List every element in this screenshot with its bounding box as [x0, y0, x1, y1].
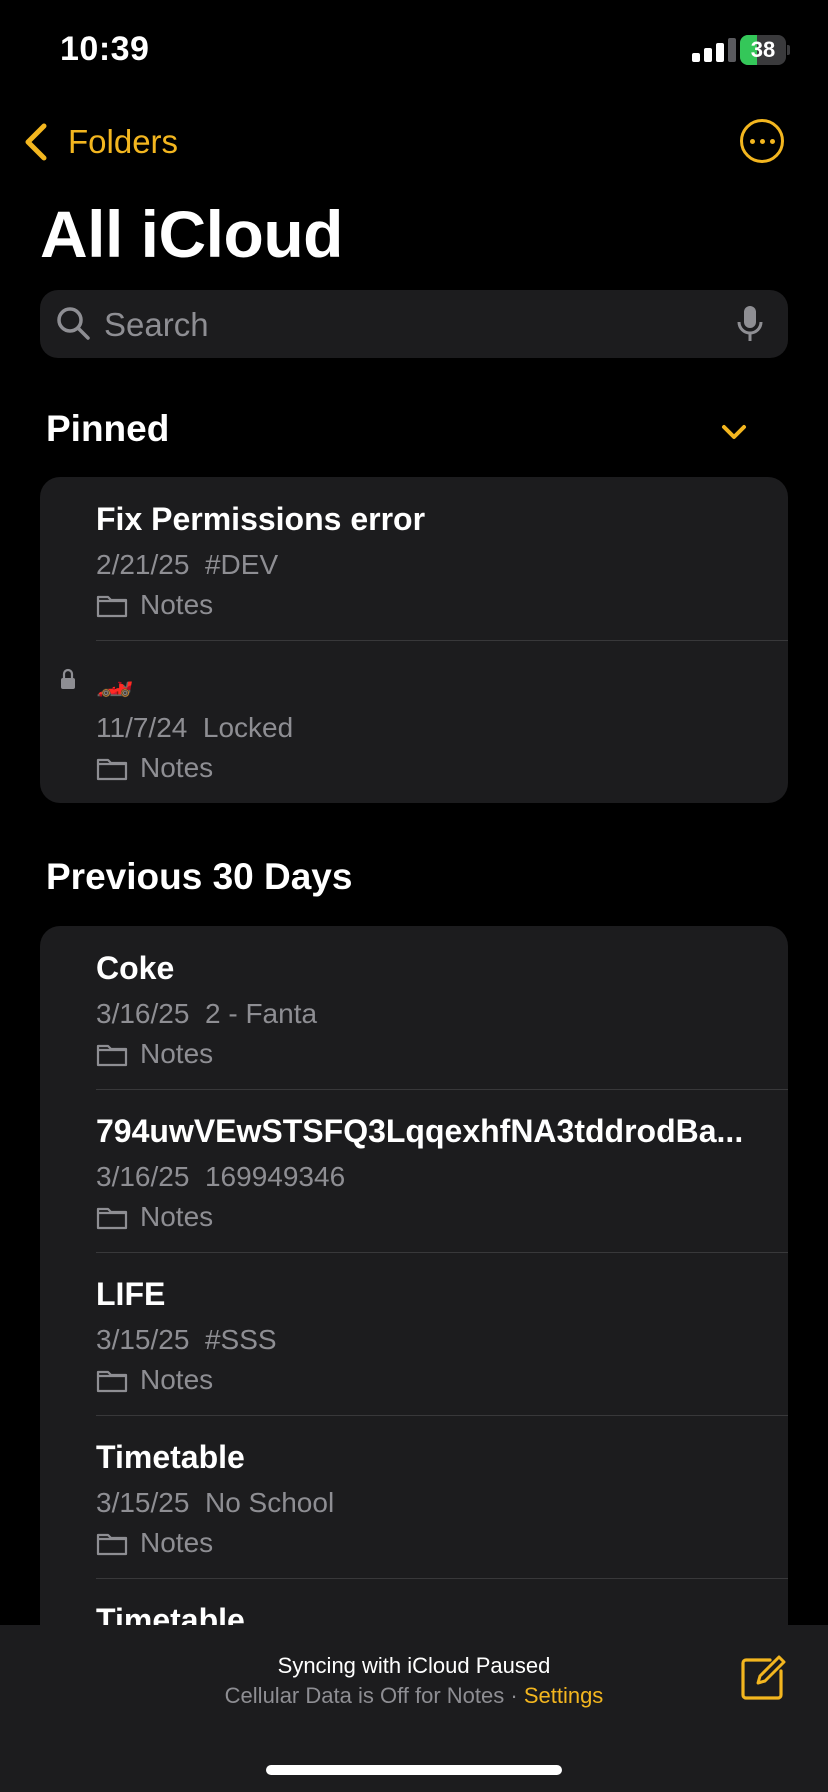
settings-link[interactable]: Settings: [524, 1683, 604, 1708]
pinned-header: Pinned: [46, 408, 170, 449]
notes-screen: 10:39 38 Folders All iCloud Search Pinne…: [0, 0, 828, 1792]
note-folder: Notes: [96, 1038, 213, 1070]
pinned-list: Fix Permissions error 2/21/25 #DEV Notes…: [40, 477, 788, 803]
search-icon: [57, 307, 90, 340]
back-label: Folders: [68, 123, 179, 160]
note-folder-label: Notes: [140, 1038, 214, 1069]
more-options-button[interactable]: [740, 119, 784, 163]
note-folder-label: Notes: [140, 1201, 214, 1232]
note-title: 794uwVEwSTSFQ3LqqexhfNA3tddrodBa...: [96, 1113, 744, 1149]
chevron-left-icon: [25, 123, 47, 161]
note-title: Timetable: [96, 1439, 245, 1475]
note-meta: 3/15/25 #SSS: [96, 1324, 277, 1356]
note-date: 3/15/25: [96, 1324, 190, 1355]
note-date: 3/16/25: [96, 998, 190, 1029]
list-item[interactable]: 794uwVEwSTSFQ3LqqexhfNA3tddrodBa... 3/16…: [40, 1089, 788, 1252]
lock-icon: [61, 668, 75, 689]
note-date: 2/21/25: [96, 549, 190, 580]
note-folder: Notes: [96, 1364, 213, 1396]
note-folder-label: Notes: [140, 589, 214, 620]
previous-header: Previous 30 Days: [46, 856, 353, 897]
folder-icon: [96, 758, 128, 781]
list-item[interactable]: Coke 3/16/25 2 - Fanta Notes: [40, 926, 788, 1089]
list-item[interactable]: Timetable 3/15/25 No School Notes: [40, 1415, 788, 1578]
note-preview: #DEV: [204, 549, 279, 580]
page-title: All iCloud: [40, 197, 343, 271]
folder-icon: [96, 1533, 128, 1556]
note-preview: 2 - Fanta: [204, 998, 318, 1029]
sync-status-detail: Cellular Data is Off for Notes ·: [224, 1683, 524, 1708]
note-preview: No School: [204, 1487, 335, 1518]
compose-icon[interactable]: [740, 1655, 786, 1701]
note-date: 3/16/25: [96, 1161, 190, 1192]
note-title: LIFE: [96, 1276, 166, 1312]
folder-icon: [96, 1370, 128, 1393]
microphone-icon[interactable]: [736, 304, 764, 344]
battery-level: 38: [750, 37, 776, 62]
note-folder-label: Notes: [140, 1527, 214, 1558]
note-preview: Locked: [202, 712, 294, 743]
back-button[interactable]: Folders: [22, 118, 178, 166]
note-meta: 3/16/25 2 - Fanta: [96, 998, 317, 1030]
search-bar[interactable]: [40, 290, 788, 358]
note-folder-label: Notes: [140, 1364, 214, 1395]
note-date: 3/15/25: [96, 1487, 190, 1518]
ellipsis-circle-icon: [749, 138, 755, 144]
note-preview: #SSS: [204, 1324, 277, 1355]
search-input[interactable]: [102, 302, 706, 348]
note-meta: 11/7/24 Locked: [96, 712, 293, 744]
sync-status-title: Syncing with iCloud Paused: [277, 1653, 551, 1678]
folder-icon: [96, 1207, 128, 1230]
note-folder: Notes: [96, 752, 213, 784]
note-title: Coke: [96, 950, 175, 986]
note-meta: 2/21/25 #DEV: [96, 549, 278, 581]
list-item[interactable]: Fix Permissions error 2/21/25 #DEV Notes: [40, 477, 788, 640]
folder-icon: [96, 595, 128, 618]
note-meta: 3/16/25 169949346: [96, 1161, 345, 1193]
list-item[interactable]: 🏎️ 11/7/24 Locked Notes: [40, 640, 788, 803]
home-indicator[interactable]: [266, 1765, 562, 1775]
previous-list: Coke 3/16/25 2 - Fanta Notes 794uwVEwSTS…: [40, 926, 788, 1686]
chevron-down-icon[interactable]: [718, 420, 750, 444]
note-title: 🏎️: [96, 665, 134, 698]
note-meta: 3/15/25 No School: [96, 1487, 334, 1519]
list-item[interactable]: LIFE 3/15/25 #SSS Notes: [40, 1252, 788, 1415]
battery-icon: 38: [740, 35, 790, 65]
cellular-signal-icon: [692, 38, 736, 62]
note-folder: Notes: [96, 1201, 213, 1233]
note-preview: 169949346: [204, 1161, 346, 1192]
note-title: Fix Permissions error: [96, 501, 426, 537]
note-folder-label: Notes: [140, 752, 214, 783]
sync-status-subtitle: Cellular Data is Off for Notes · Setting…: [0, 1683, 828, 1709]
note-folder: Notes: [96, 589, 213, 621]
note-folder: Notes: [96, 1527, 213, 1559]
note-date: 11/7/24: [96, 712, 188, 743]
status-time: 10:39: [60, 30, 150, 68]
folder-icon: [96, 1044, 128, 1067]
status-bar: 10:39 38: [0, 0, 828, 100]
